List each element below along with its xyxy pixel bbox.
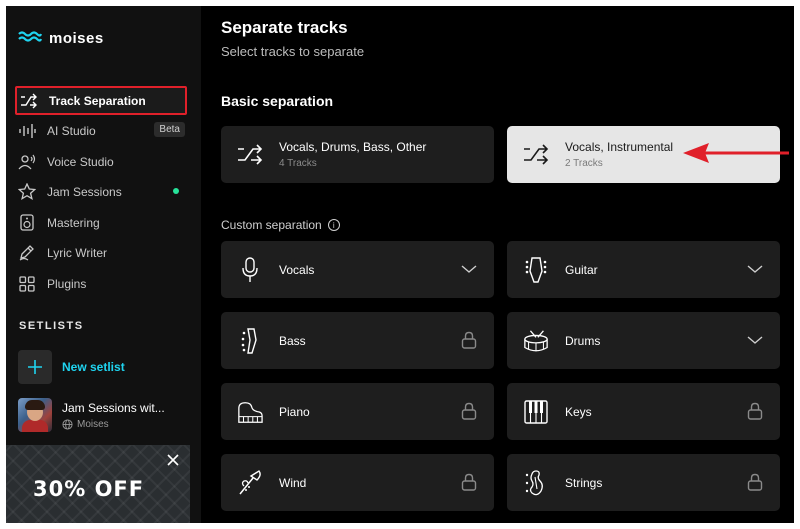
close-icon[interactable] xyxy=(166,453,180,467)
sidebar-item-voice-studio[interactable]: Voice Studio xyxy=(15,147,187,176)
split-icon xyxy=(238,143,263,165)
sidebar-item-mastering[interactable]: Mastering xyxy=(15,208,187,237)
speaker-icon xyxy=(17,213,37,233)
info-icon[interactable]: i xyxy=(327,219,340,231)
grid-icon xyxy=(17,274,37,294)
track-card-piano[interactable]: Piano xyxy=(221,383,494,440)
lock-icon xyxy=(460,473,478,491)
chevron-down-icon[interactable] xyxy=(460,260,478,278)
waveform-icon xyxy=(17,121,37,141)
lock-icon xyxy=(460,402,478,420)
moises-logo-icon xyxy=(18,31,42,42)
plus-icon xyxy=(18,350,52,384)
pen-icon xyxy=(17,243,37,263)
page-subtitle: Select tracks to separate xyxy=(221,44,365,59)
setlist-avatar xyxy=(18,398,52,432)
promo-banner[interactable]: 30% OFF xyxy=(6,445,190,523)
track-card-drums[interactable]: Drums xyxy=(507,312,780,369)
sidebar-item-ai-studio[interactable]: AI Studio Beta xyxy=(15,116,187,145)
logo-text: moises xyxy=(49,29,104,47)
sidebar-item-label: Mastering xyxy=(47,215,100,230)
sidebar-item-label: Plugins xyxy=(47,276,87,291)
globe-icon xyxy=(62,418,73,430)
sidebar-item-label: AI Studio xyxy=(47,123,96,138)
page-title: Separate tracks xyxy=(221,18,348,37)
track-card-bass[interactable]: Bass xyxy=(221,312,494,369)
setlists-heading: SETLISTS xyxy=(19,320,84,332)
track-label: Bass xyxy=(279,333,306,348)
new-setlist-label: New setlist xyxy=(62,360,125,374)
basic-option-count: 4 Tracks xyxy=(279,158,317,169)
custom-separation-heading: Custom separation i xyxy=(221,218,340,232)
track-label: Wind xyxy=(279,475,307,490)
lock-icon xyxy=(746,402,764,420)
basic-option-count: 2 Tracks xyxy=(565,158,603,169)
sidebar-item-plugins[interactable]: Plugins xyxy=(15,269,187,298)
app-window: moises Track Separation AI Studio Beta V… xyxy=(6,6,794,523)
trumpet-icon xyxy=(237,469,263,497)
bass-head-icon xyxy=(237,327,263,355)
sidebar-item-label: Track Separation xyxy=(49,93,146,108)
basic-separation-heading: Basic separation xyxy=(221,93,334,109)
online-dot xyxy=(173,188,179,194)
split-icon xyxy=(524,143,549,165)
basic-option-title: Vocals, Drums, Bass, Other xyxy=(279,140,427,154)
setlist-item[interactable]: Jam Sessions wit... Moises xyxy=(18,398,165,432)
promo-text: 30% OFF xyxy=(33,477,145,501)
track-label: Keys xyxy=(565,404,592,419)
annotation-arrow-icon xyxy=(683,143,789,163)
beta-badge: Beta xyxy=(154,122,185,137)
track-card-keys[interactable]: Keys xyxy=(507,383,780,440)
track-label: Strings xyxy=(565,475,603,490)
sidebar-item-lyric-writer[interactable]: Lyric Writer xyxy=(15,238,187,267)
drum-icon xyxy=(523,327,549,355)
sidebar-item-label: Jam Sessions xyxy=(47,184,122,199)
sidebar-item-jam-sessions[interactable]: Jam Sessions xyxy=(15,177,187,206)
track-card-guitar[interactable]: Guitar xyxy=(507,241,780,298)
guitar-head-icon xyxy=(523,256,549,284)
lock-icon xyxy=(746,473,764,491)
setlist-owner: Moises xyxy=(62,419,165,430)
chevron-down-icon[interactable] xyxy=(746,331,764,349)
sidebar-item-track-separation[interactable]: Track Separation xyxy=(15,86,187,115)
sidebar-item-label: Lyric Writer xyxy=(47,245,107,260)
basic-option-4-tracks[interactable]: Vocals, Drums, Bass, Other 4 Tracks xyxy=(221,126,494,183)
custom-separation-label: Custom separation xyxy=(221,218,322,232)
violin-icon xyxy=(523,469,549,497)
chevron-down-icon[interactable] xyxy=(746,260,764,278)
piano-icon xyxy=(237,398,263,426)
new-setlist-button[interactable]: New setlist xyxy=(18,350,125,384)
setlist-owner-name: Moises xyxy=(77,418,109,430)
track-card-strings[interactable]: Strings xyxy=(507,454,780,511)
voice-icon xyxy=(17,152,37,172)
keys-icon xyxy=(523,398,549,426)
track-label: Piano xyxy=(279,404,310,419)
sidebar-item-label: Voice Studio xyxy=(47,154,114,169)
sidebar: moises Track Separation AI Studio Beta V… xyxy=(6,6,201,523)
track-card-vocals[interactable]: Vocals xyxy=(221,241,494,298)
star-icon xyxy=(17,182,37,202)
microphone-icon xyxy=(237,256,263,284)
main-content: Separate tracks Select tracks to separat… xyxy=(201,6,794,523)
track-label: Guitar xyxy=(565,262,598,277)
basic-option-title: Vocals, Instrumental xyxy=(565,140,674,154)
track-label: Vocals xyxy=(279,262,315,277)
split-icon xyxy=(19,91,39,111)
setlist-title: Jam Sessions wit... xyxy=(62,400,165,415)
track-label: Drums xyxy=(565,333,601,348)
lock-icon xyxy=(460,331,478,349)
track-card-wind[interactable]: Wind xyxy=(221,454,494,511)
logo[interactable]: moises xyxy=(18,26,104,50)
